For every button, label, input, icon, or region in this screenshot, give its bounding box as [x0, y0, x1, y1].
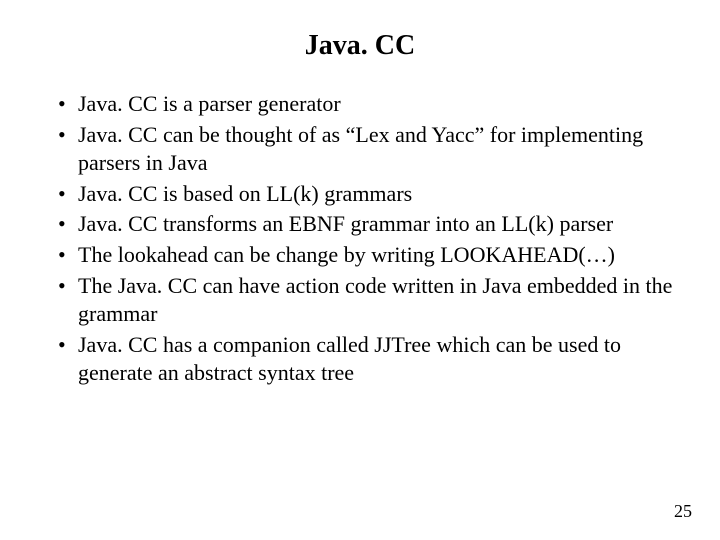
bullet-list: Java. CC is a parser generator Java. CC … [30, 90, 690, 388]
page-number: 25 [674, 501, 692, 522]
list-item: Java. CC has a companion called JJTree w… [58, 331, 690, 388]
list-item: Java. CC is a parser generator [58, 90, 690, 119]
list-item: The Java. CC can have action code writte… [58, 272, 690, 329]
list-item: Java. CC can be thought of as “Lex and Y… [58, 121, 690, 178]
slide-title: Java. CC [30, 30, 690, 62]
list-item: Java. CC transforms an EBNF grammar into… [58, 210, 690, 239]
list-item: The lookahead can be change by writing L… [58, 241, 690, 270]
list-item: Java. CC is based on LL(k) grammars [58, 180, 690, 209]
